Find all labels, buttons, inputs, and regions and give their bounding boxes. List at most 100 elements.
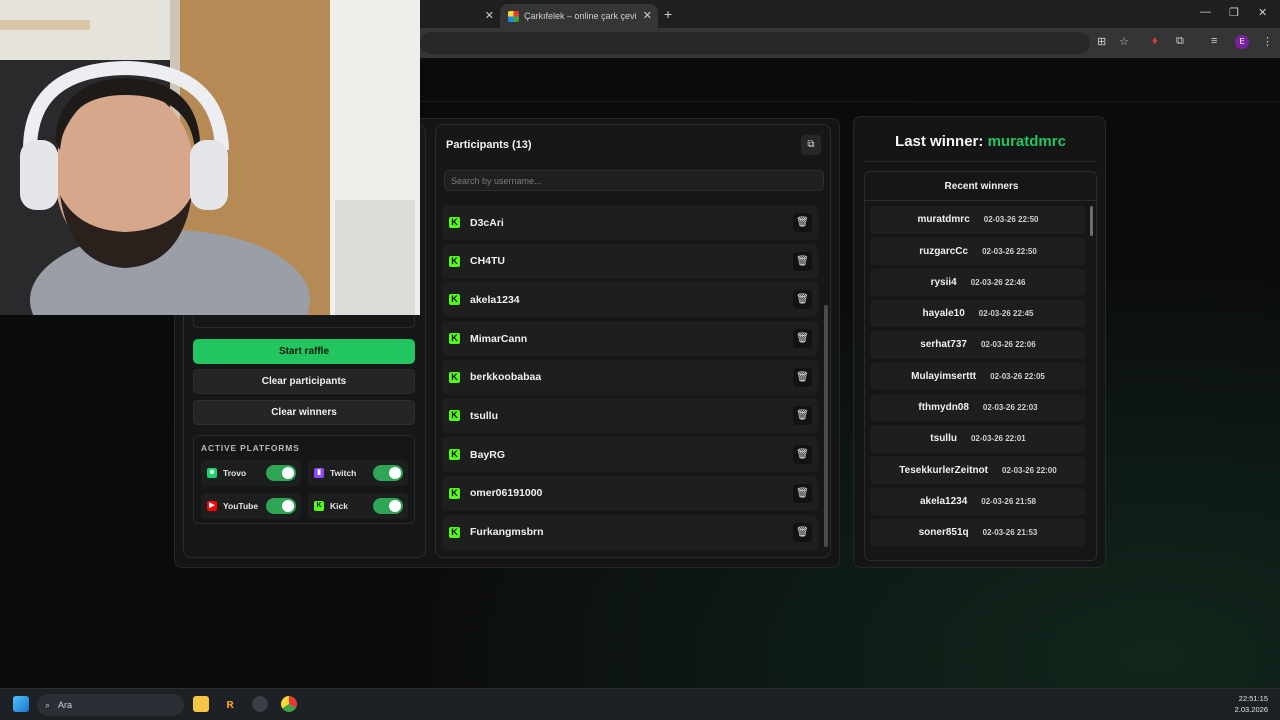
webcam-overlay	[0, 0, 420, 315]
participant-row: K D3cAri 🗑	[442, 205, 818, 240]
app-icon-2[interactable]	[252, 696, 268, 712]
bookmark-star-icon[interactable]: ☆	[1119, 35, 1129, 48]
winner-date: 02-03-26 22:01	[970, 434, 1026, 444]
kick-icon: K	[449, 526, 460, 538]
taskbar-search-label: Ara	[58, 700, 73, 710]
winner-row: akela1234 02-03-26 21:58	[870, 487, 1086, 516]
winner-row: hayale10 02-03-26 22:45	[870, 299, 1086, 328]
winner-name: tsullu	[930, 433, 957, 445]
tab-search-icon[interactable]: ≡	[1211, 35, 1217, 47]
delete-icon[interactable]: 🗑	[793, 522, 812, 542]
close-window-icon[interactable]: ✕	[1258, 6, 1267, 19]
winner-row: soner851q 02-03-26 21:53	[870, 518, 1086, 547]
browser-tab[interactable]: ✕	[420, 4, 500, 28]
winner-scrollbar[interactable]	[1090, 206, 1093, 551]
twitch-toggle[interactable]	[373, 465, 403, 481]
delete-icon[interactable]: 🗑	[793, 367, 812, 387]
delete-icon[interactable]: 🗑	[793, 290, 812, 310]
clock-time: 22:51:15	[1238, 694, 1268, 703]
last-winner-heading: Last winner: muratdmrc	[854, 133, 1107, 150]
delete-icon[interactable]: 🗑	[793, 329, 812, 349]
winner-date: 02-03-26 22:45	[978, 309, 1034, 319]
winner-name: soner851q	[918, 527, 969, 539]
app-icon[interactable]: ʀ	[222, 696, 238, 712]
delete-icon[interactable]: 🗑	[793, 213, 812, 232]
winner-list: muratdmrc 02-03-26 22:50 ruzgarcCc 02-03-26…	[870, 206, 1086, 550]
platforms-title: ACTIVE PLATFORMS	[201, 443, 300, 453]
kick-icon: K	[449, 487, 460, 499]
winner-name: rysii4	[930, 276, 957, 288]
file-explorer-icon[interactable]	[193, 696, 209, 712]
delete-icon[interactable]: 🗑	[793, 251, 812, 271]
winner-date: 02-03-26 22:46	[970, 277, 1026, 287]
participant-name: tsullu	[470, 409, 498, 422]
extension-icon[interactable]: ♦	[1152, 35, 1158, 47]
translate-icon[interactable]: ⊞	[1097, 35, 1106, 48]
browser-tab-active[interactable]: Çarkıfelek – online çark çevirme ✕	[500, 4, 658, 28]
participant-row: Kakela1234 🗑	[442, 282, 818, 318]
clear-participants-button[interactable]: Clear participants	[193, 369, 415, 394]
close-tab-icon[interactable]: ✕	[485, 9, 494, 22]
clock-date: 2.03.2026	[1234, 705, 1268, 714]
participant-list: K D3cAri 🗑 K CH4TU 🗑 Kakela1234 🗑 K MimarCann 🗑 Kbe…	[442, 205, 818, 553]
chrome-icon[interactable]	[281, 696, 297, 712]
platform-twitch: ▮ Twitch	[308, 460, 408, 486]
platform-label: Kick	[330, 501, 348, 511]
kick-icon: K	[314, 501, 324, 511]
winner-row: muratdmrc 02-03-26 22:50	[870, 206, 1086, 234]
platform-youtube: ▶ YouTube	[201, 493, 301, 519]
windows-start-icon[interactable]	[13, 696, 29, 712]
participant-name: MimarCann	[470, 332, 528, 345]
kick-icon: K	[449, 449, 460, 461]
kick-icon: K	[449, 255, 460, 267]
delete-icon[interactable]: 🗑	[793, 406, 812, 426]
maximize-icon[interactable]: ❐	[1229, 6, 1239, 19]
winner-name: akela1234	[920, 495, 968, 507]
kick-icon: K	[449, 294, 460, 306]
recent-winners: Recent winners muratdmrc 02-03-26 22:50 ru…	[864, 171, 1097, 561]
system-clock[interactable]: 22:51:15 2.03.2026	[1235, 693, 1268, 715]
winner-row: fthmydn08 02-03-26 22:03	[870, 393, 1086, 422]
twitch-icon: ▮	[314, 468, 324, 478]
participant-scrollbar[interactable]	[824, 205, 828, 550]
delete-icon[interactable]: 🗑	[793, 483, 812, 503]
winner-name: serhat737	[920, 339, 967, 351]
wheel-favicon-icon	[508, 10, 519, 22]
winner-date: 02-03-26 21:58	[981, 496, 1036, 506]
clear-winners-button[interactable]: Clear winners	[193, 400, 415, 425]
winner-date: 02-03-26 21:53	[982, 528, 1038, 538]
platform-label: YouTube	[223, 501, 259, 511]
copy-icon[interactable]: ⧉	[801, 135, 821, 155]
platform-trovo: ☻ Trovo	[201, 460, 301, 486]
close-tab-icon[interactable]: ✕	[643, 9, 652, 22]
trovo-icon: ☻	[207, 468, 217, 478]
participant-name: CH4TU	[470, 255, 506, 268]
taskbar-search[interactable]: ⌕ Ara	[37, 694, 184, 716]
participant-row: K BayRG 🗑	[442, 437, 818, 473]
trovo-toggle[interactable]	[266, 465, 296, 481]
participant-name: berkkoobabaa	[470, 371, 542, 384]
search-icon: ⌕	[45, 699, 51, 710]
winner-date: 02-03-26 22:50	[983, 215, 1039, 225]
participant-name: Furkangmsbrn	[470, 526, 544, 538]
minimize-icon[interactable]: —	[1200, 6, 1211, 18]
youtube-icon: ▶	[207, 501, 217, 511]
platform-kick: K Kick	[308, 493, 408, 519]
extensions-puzzle-icon[interactable]: ⧉	[1176, 35, 1184, 48]
kick-toggle[interactable]	[373, 498, 403, 514]
kick-icon: K	[449, 333, 460, 345]
start-raffle-button[interactable]: Start raffle	[193, 339, 415, 364]
youtube-toggle[interactable]	[266, 498, 296, 514]
participant-search-input[interactable]	[444, 170, 824, 191]
hidden-input-edge	[193, 315, 415, 328]
delete-icon[interactable]: 🗑	[793, 445, 812, 465]
address-bar[interactable]	[420, 32, 1090, 54]
winner-name: TesekkurlerZeitnot	[899, 464, 988, 476]
menu-kebab-icon[interactable]: ⋮	[1262, 35, 1273, 48]
new-tab-icon[interactable]: +	[664, 6, 672, 22]
winner-name: ruzgarcCc	[919, 245, 969, 257]
kick-icon: K	[449, 217, 460, 228]
participant-name: BayRG	[470, 448, 506, 461]
recent-winners-title: Recent winners	[865, 172, 1096, 201]
profile-avatar[interactable]: E	[1235, 35, 1249, 49]
